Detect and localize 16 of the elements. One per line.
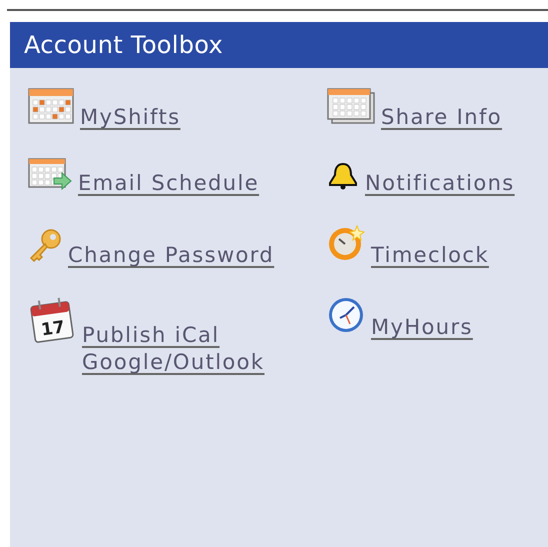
calendar-stack-icon (327, 88, 375, 124)
toolbox-link[interactable]: MyShifts (80, 105, 180, 129)
toolbox-link[interactable]: Notifications (365, 171, 515, 195)
calendar-arrow-icon (28, 158, 72, 190)
toolbox-link[interactable]: Share Info (381, 105, 502, 129)
calendar-icon (28, 88, 74, 124)
toolbox-link[interactable]: Publish iCal Google/Outlook (82, 322, 327, 376)
toolbox-link[interactable]: Email Schedule (78, 171, 260, 195)
toolbox-link[interactable]: Timeclock (371, 243, 489, 267)
toolbox-link[interactable]: Change Password (68, 243, 274, 267)
toolbox-link[interactable]: MyHours (371, 315, 473, 339)
bell-icon (327, 162, 359, 190)
clock-icon (327, 296, 365, 334)
stopwatch-icon (327, 224, 365, 262)
panel-title: Account Toolbox (10, 22, 548, 68)
key-icon (28, 228, 62, 262)
